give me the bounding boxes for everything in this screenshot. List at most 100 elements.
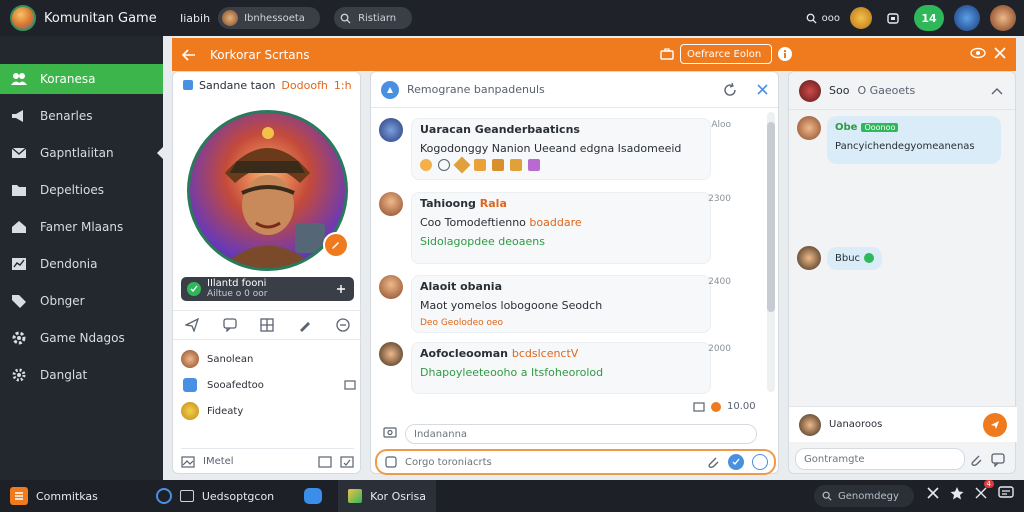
avatar[interactable] xyxy=(850,7,872,29)
image-icon[interactable] xyxy=(693,401,705,412)
sidebar-item-famer-mlaans[interactable]: Famer Mlaans xyxy=(0,212,163,242)
box-icon[interactable] xyxy=(474,159,486,171)
conversation-message[interactable]: Obe Ooonoo Pancyichendegyomeanenas xyxy=(797,116,1009,164)
avatar[interactable] xyxy=(990,5,1016,31)
taskbar-app[interactable] xyxy=(294,480,332,512)
notification-badge[interactable]: 14 xyxy=(914,5,944,31)
status-bar[interactable]: IIlantd fooni Ailtue o 0 oor xyxy=(181,277,354,301)
star-icon[interactable] xyxy=(950,486,964,500)
box-icon[interactable] xyxy=(528,159,540,171)
chat-meta-time: 10.00 xyxy=(727,401,756,412)
box-icon[interactable] xyxy=(492,159,504,171)
message-author-tag: Ooonoo xyxy=(861,123,899,132)
settings-icon xyxy=(10,366,28,384)
sidebar-item-depeltioes[interactable]: Depeltioes xyxy=(0,175,163,205)
browser-icon xyxy=(155,488,172,504)
grid-icon[interactable] xyxy=(260,318,275,332)
conversation-input[interactable]: Gontramgte xyxy=(795,448,965,470)
list-item[interactable]: Sanolean xyxy=(181,346,356,372)
image-icon[interactable] xyxy=(318,455,332,468)
message-icon[interactable] xyxy=(998,486,1014,500)
sidebar-item-game-ndagos[interactable]: Game Ndagos xyxy=(0,323,163,353)
chat-compose[interactable]: Corgo toroniacrts xyxy=(375,449,776,475)
paperclip-icon[interactable] xyxy=(706,455,720,469)
top-pill-search[interactable]: Ristiarn xyxy=(334,7,413,29)
image-icon[interactable] xyxy=(181,455,195,468)
gallery-icon[interactable] xyxy=(340,455,354,468)
app-logo[interactable] xyxy=(10,5,36,31)
briefcase-icon[interactable] xyxy=(660,48,674,60)
emoji-icon[interactable] xyxy=(438,159,450,171)
edit-avatar-button[interactable] xyxy=(323,232,349,258)
top-pill-profile[interactable]: Ibnhessoeta xyxy=(218,7,321,29)
message-bubble: Alaoit obania Maot yomelos lobogoone Seo… xyxy=(411,275,711,333)
avatar[interactable] xyxy=(954,5,980,31)
sidebar-item-dendonia[interactable]: Dendonia xyxy=(0,249,163,279)
emoji-icon[interactable] xyxy=(752,454,768,470)
conversation-footer-label: Uanaoroos xyxy=(829,419,883,430)
attach-icon[interactable] xyxy=(385,456,397,468)
window-icon[interactable] xyxy=(344,380,356,390)
message-text: Kogodonggy Nanion Ueeand edgna Isadomeei… xyxy=(420,142,682,155)
pen-icon[interactable] xyxy=(298,318,312,332)
back-arrow-icon[interactable] xyxy=(182,48,196,61)
taskbar-app[interactable]: Uedsoptgcon xyxy=(146,480,284,512)
taskbar-app-label: Kor Osrisa xyxy=(370,489,427,503)
sidebar-item-label: Benarles xyxy=(40,109,93,123)
taskbar-app-active[interactable]: Kor Osrisa xyxy=(338,480,437,512)
refresh-icon[interactable] xyxy=(723,82,737,97)
bag-icon[interactable] xyxy=(882,7,904,29)
chat-message[interactable]: Alaoit obania Maot yomelos lobogoone Seo… xyxy=(379,275,731,333)
chat-message[interactable]: Aofocleooman bcdslcenctV Dhapoyleeteooho… xyxy=(379,342,731,394)
box-icon[interactable] xyxy=(510,159,522,171)
taskbar-start[interactable]: Commitkas xyxy=(0,480,108,512)
profile-header-accent: Dodoofh xyxy=(281,78,328,92)
camera-icon[interactable] xyxy=(383,426,397,438)
chat-input-secondary[interactable]: Indananna xyxy=(405,424,757,444)
header-tools: Oefrarce Eolon xyxy=(660,44,792,64)
plus-icon[interactable] xyxy=(336,284,346,294)
emoji-icon[interactable] xyxy=(420,159,432,171)
more-icon[interactable] xyxy=(336,318,350,332)
tools-icon[interactable] xyxy=(926,486,940,500)
top-user-label: Iiabih xyxy=(180,11,211,25)
profile-panel: Sandane taon Dodoofh 1:h IIlantd fooni A… xyxy=(172,71,362,474)
sidebar: Koranesa Benarles Gapntlaiitan Depeltioe… xyxy=(0,36,163,480)
sidebar-item-obnger[interactable]: Obnger xyxy=(0,286,163,316)
emoji-icon[interactable] xyxy=(453,156,471,174)
people-icon xyxy=(10,70,28,88)
message-text: Coo Tomodeftienno xyxy=(420,216,526,229)
taskbar-search[interactable]: Genomdegy xyxy=(814,485,914,507)
content-header: Korkorar Scrtans Oefrarce Eolon xyxy=(172,38,1016,71)
top-search[interactable]: ooo xyxy=(806,13,840,24)
close-icon[interactable] xyxy=(757,84,768,95)
chat-scrollbar[interactable] xyxy=(767,112,775,392)
send-icon[interactable] xyxy=(184,318,199,332)
message-bubble: Aofocleooman bcdslcenctV Dhapoyleeteooho… xyxy=(411,342,711,394)
avatar xyxy=(379,192,403,216)
header-search[interactable]: Oefrarce Eolon xyxy=(680,44,772,64)
send-button[interactable] xyxy=(983,412,1007,437)
folder-icon xyxy=(10,181,28,199)
chat-icon[interactable] xyxy=(991,453,1005,467)
list-item[interactable]: Sooafedtoo xyxy=(181,372,356,398)
info-icon[interactable] xyxy=(778,47,792,61)
chat-search-input[interactable]: Remograne banpadenuls xyxy=(407,83,545,96)
list-item[interactable]: Fideaty xyxy=(181,398,356,424)
sidebar-item-danglat[interactable]: Danglat xyxy=(0,360,163,390)
pen-icon[interactable] xyxy=(969,453,983,467)
chat-icon[interactable] xyxy=(223,318,237,332)
sidebar-item-benarles[interactable]: Benarles xyxy=(0,101,163,131)
send-icon[interactable] xyxy=(728,454,744,470)
chat-message[interactable]: Uaracan Geanderbaaticns Kogodonggy Nanio… xyxy=(379,118,731,180)
sidebar-item-gapntlaiitan[interactable]: Gapntlaiitan xyxy=(0,138,163,168)
chat-message[interactable]: Tahioong Rala Coo Tomodeftienno boaddare… xyxy=(379,192,731,264)
profile-header: Sandane taon Dodoofh 1:h xyxy=(173,72,360,98)
close-icon[interactable] xyxy=(994,47,1006,59)
chevron-up-icon[interactable] xyxy=(991,87,1003,95)
conversation-subtitle: O Gaeoets xyxy=(857,84,916,97)
conversation-message[interactable]: Bbuc xyxy=(797,246,883,270)
sidebar-item-koranesa[interactable]: Koranesa xyxy=(0,64,163,94)
eye-icon[interactable] xyxy=(970,47,986,59)
notification-icon[interactable]: 4 xyxy=(974,480,994,500)
